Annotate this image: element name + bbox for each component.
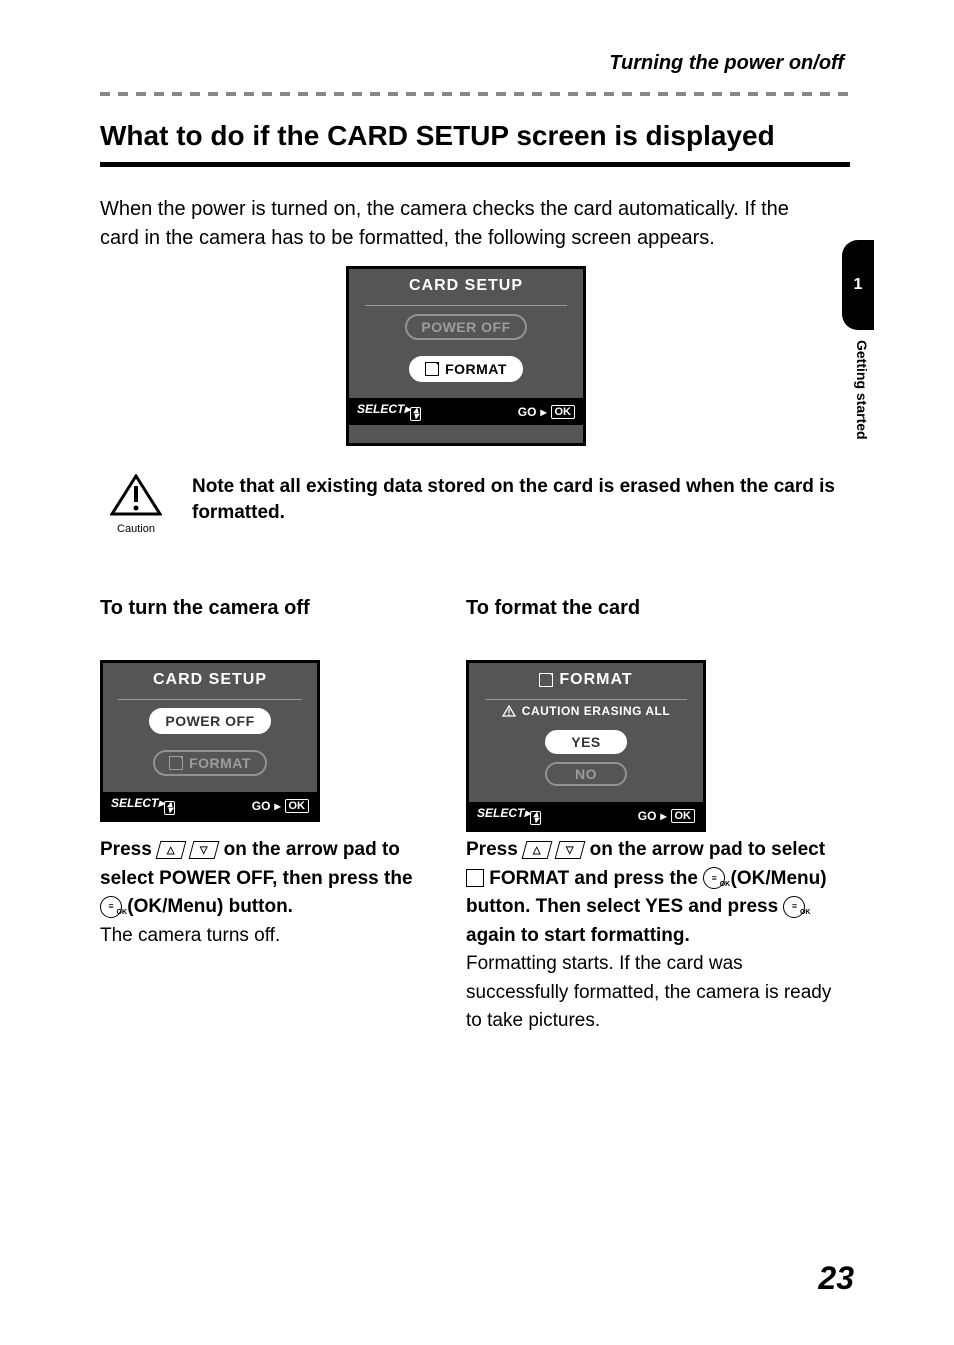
lcd-footer: SELECT▸▴▾ GO▸OK xyxy=(469,802,703,829)
lcd-option-format: FORMAT xyxy=(153,750,267,776)
card-icon xyxy=(169,756,183,770)
lcd-separator xyxy=(485,699,686,700)
lcd-option-yes: YES xyxy=(545,730,627,754)
divider-dashed xyxy=(100,92,854,96)
lcd-option-power-off: POWER OFF xyxy=(405,314,526,340)
lcd-option-label: FORMAT xyxy=(445,361,507,377)
lcd-separator xyxy=(365,305,566,306)
lcd-title: CARD SETUP xyxy=(409,277,523,295)
ok-menu-icon: ≡ xyxy=(100,896,122,918)
page-heading: What to do if the CARD SETUP screen is d… xyxy=(100,120,775,152)
chapter-tab: 1 xyxy=(842,240,874,330)
caution-label: Caution xyxy=(106,523,166,535)
lcd-footer-select: SELECT▸▴▾ xyxy=(357,402,421,421)
subhead-format: To format the card xyxy=(466,597,640,620)
arrow-down-icon: ▽ xyxy=(189,841,220,859)
card-icon xyxy=(425,362,439,376)
lcd-caution-line: CAUTION ERASING ALL xyxy=(502,704,670,718)
lcd-screen-main: CARD SETUP POWER OFF FORMAT SELECT▸▴▾ GO… xyxy=(346,266,586,446)
lcd-footer-go: GO▸OK xyxy=(518,405,575,419)
lcd-option-label: FORMAT xyxy=(189,755,251,771)
lcd-screen-power-off: CARD SETUP POWER OFF FORMAT SELECT▸▴▾ GO… xyxy=(100,660,320,822)
lcd-title: FORMAT xyxy=(539,671,632,689)
arrow-up-icon: △ xyxy=(522,841,553,859)
intro-paragraph: When the power is turned on, the camera … xyxy=(100,195,830,253)
subhead-turn-off: To turn the camera off xyxy=(100,597,310,620)
arrow-down-icon: ▽ xyxy=(555,841,586,859)
instructions-format: Press △ ▽ on the arrow pad to select FOR… xyxy=(466,836,836,1036)
page-number: 23 xyxy=(818,1260,854,1297)
lcd-footer-select: SELECT▸▴▾ xyxy=(477,806,541,825)
ok-menu-icon: ≡ xyxy=(783,896,805,918)
card-icon xyxy=(466,869,484,887)
caution-icon: Caution xyxy=(106,474,166,535)
caution-text: Note that all existing data stored on th… xyxy=(192,474,846,525)
lcd-footer-go: GO▸OK xyxy=(252,799,309,813)
lcd-screen-format: FORMAT CAUTION ERASING ALL YES NO SELECT… xyxy=(466,660,706,832)
card-icon xyxy=(539,673,553,687)
lcd-option-power-off: POWER OFF xyxy=(149,708,270,734)
lcd-separator xyxy=(118,699,302,700)
lcd-footer-select: SELECT▸▴▾ xyxy=(111,796,175,815)
result-text: The camera turns off. xyxy=(100,925,280,946)
arrow-up-icon: △ xyxy=(156,841,187,859)
lcd-footer: SELECT▸▴▾ GO▸OK xyxy=(103,792,317,819)
lcd-footer-go: GO▸OK xyxy=(638,809,695,823)
ok-menu-icon: ≡ xyxy=(703,867,725,889)
caution-block: Caution Note that all existing data stor… xyxy=(106,474,846,535)
lcd-option-format: FORMAT xyxy=(409,356,523,382)
running-header: Turning the power on/off xyxy=(609,52,844,75)
instructions-turn-off: Press △ ▽ on the arrow pad to select POW… xyxy=(100,836,430,950)
lcd-title: CARD SETUP xyxy=(153,671,267,689)
lcd-footer: SELECT▸▴▾ GO▸OK xyxy=(349,398,583,425)
result-text: Formatting starts. If the card was succe… xyxy=(466,953,831,1031)
heading-underline xyxy=(100,162,850,167)
lcd-option-no: NO xyxy=(545,762,627,786)
chapter-label: Getting started xyxy=(854,340,870,440)
